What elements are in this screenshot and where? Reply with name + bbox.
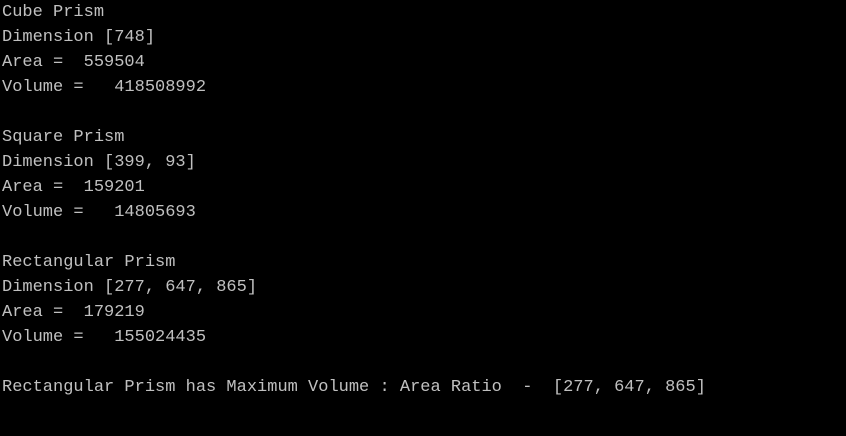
console-line: Rectangular Prism: [2, 253, 176, 272]
console-output[interactable]: Cube Prism Dimension [748] Area = 559504…: [0, 0, 846, 436]
console-line: Volume = 155024435: [2, 328, 207, 347]
console-line: Dimension [399, 93]: [2, 153, 196, 172]
console-line: Volume = 418508992: [2, 78, 207, 97]
console-line: Rectangular Prism has Maximum Volume : A…: [2, 378, 706, 397]
console-line: Square Prism: [2, 128, 125, 147]
console-line: Dimension [748]: [2, 28, 156, 47]
console-line: Cube Prism: [2, 3, 105, 22]
console-line: Dimension [277, 647, 865]: [2, 278, 258, 297]
console-line: Volume = 14805693: [2, 203, 196, 222]
console-line: Area = 179219: [2, 303, 145, 322]
console-line: Area = 559504: [2, 53, 145, 72]
console-line: Area = 159201: [2, 178, 145, 197]
